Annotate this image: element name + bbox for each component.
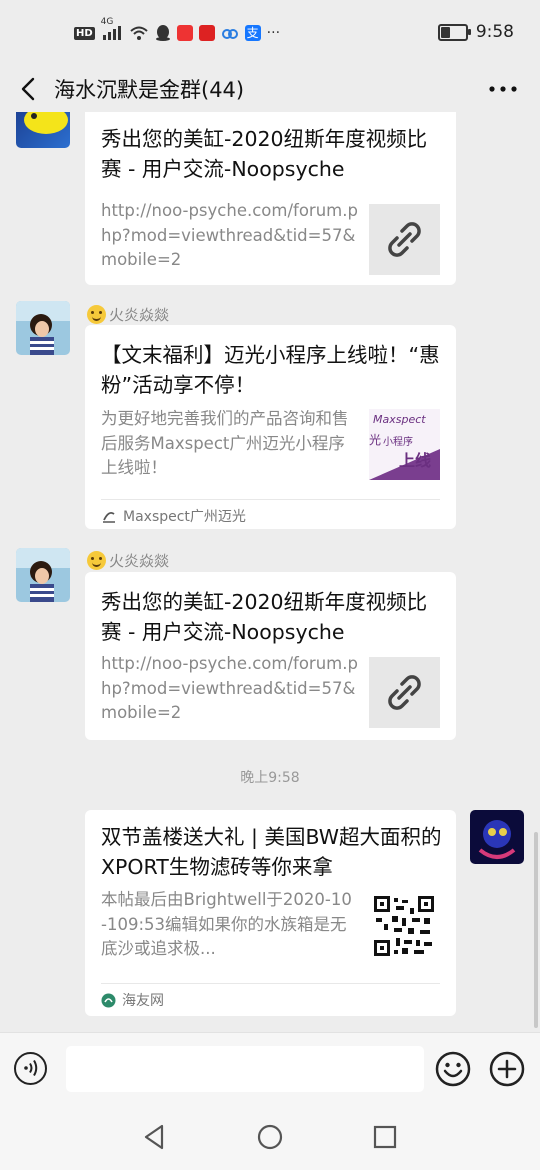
card-thumbnail: Maxspect 光 小程序 上线 xyxy=(369,409,440,480)
sender-avatar[interactable] xyxy=(16,548,70,602)
qq-icon xyxy=(155,25,170,41)
link-card-url: http://noo-psyche.com/forum.php?mod=view… xyxy=(101,201,358,269)
mini-program-card[interactable]: 双节盖楼送大礼 | 美国BW超大面积的XPORT生物滤砖等你来拿 本帖最后由Br… xyxy=(85,810,456,1016)
link-card-title: 秀出您的美缸-2020纽斯年度视频比赛 - 用户交流-Noopsyche xyxy=(101,590,428,644)
chat-title: 海水沉默是金群(44) xyxy=(54,78,245,102)
thumb-mini: 小程序 xyxy=(383,437,413,448)
card-title: 双节盖楼送大礼 | 美国BW超大面积的XPORT生物滤砖等你来拿 xyxy=(101,825,442,879)
link-thumbnail xyxy=(369,204,440,275)
card-source-text: 海友网 xyxy=(122,993,164,1009)
smiley-icon xyxy=(435,1051,471,1087)
battery-icon xyxy=(437,23,471,41)
link-icon xyxy=(388,222,421,257)
thumb-brand: Maxspect xyxy=(373,413,426,426)
emoji-button[interactable] xyxy=(435,1051,471,1087)
baidu-netdisk-icon xyxy=(221,29,238,39)
sender-avatar[interactable] xyxy=(16,301,70,355)
thumb-online: 上线 xyxy=(399,451,432,470)
link-card[interactable]: 秀出您的美缸-2020纽斯年度视频比赛 - 用户交流-Noopsyche htt… xyxy=(85,112,456,285)
card-source-text: Maxspect广州迈光 xyxy=(123,509,246,525)
red-app-icon xyxy=(176,25,193,41)
card-divider xyxy=(101,983,440,984)
back-button[interactable] xyxy=(14,74,44,104)
system-navigation-bar xyxy=(0,1104,540,1170)
message-timestamp: 晚上9:58 xyxy=(240,770,300,786)
chat-message-list[interactable]: 秀出您的美缸-2020纽斯年度视频比赛 - 用户交流-Noopsyche htt… xyxy=(0,112,540,1032)
card-thumbnail xyxy=(372,894,436,958)
card-source: 海友网 xyxy=(101,990,164,1010)
status-icons-right: 9:58 xyxy=(437,22,514,42)
card-title: 【文末福利】迈光小程序上线啦！“惠粉”活动享不停！ xyxy=(101,343,440,397)
grinning-face-icon xyxy=(87,551,106,570)
chat-input-bar xyxy=(0,1032,540,1105)
sender-name-text: 火炎焱燚 xyxy=(109,306,170,324)
wifi-icon xyxy=(130,26,148,40)
sender-avatar[interactable] xyxy=(16,112,70,148)
sender-name: 火炎焱燚 xyxy=(87,550,169,571)
link-card-title: 秀出您的美缸-2020纽斯年度视频比赛 - 用户交流-Noopsyche xyxy=(101,127,428,181)
circle-home-icon xyxy=(257,1124,283,1150)
nav-back-button[interactable] xyxy=(140,1122,170,1152)
more-functions-button[interactable] xyxy=(489,1051,525,1087)
grinning-face-icon xyxy=(87,305,106,324)
hd-badge: HD xyxy=(74,26,95,40)
card-divider xyxy=(101,499,440,500)
sender-name-text: 火炎焱燚 xyxy=(109,552,170,570)
more-options-button[interactable] xyxy=(486,74,520,104)
nav-recents-button[interactable] xyxy=(370,1122,400,1152)
link-thumbnail xyxy=(369,657,440,728)
status-icons-left: HD 4G 支 ··· xyxy=(74,17,281,42)
qr-code-icon xyxy=(374,896,434,956)
alipay-icon: 支 xyxy=(244,25,261,41)
card-description: 为更好地完善我们的产品咨询和售后服务Maxspect广州迈光小程序上线啦！ xyxy=(101,409,349,477)
card-source: Maxspect广州迈光 xyxy=(101,506,246,526)
link-card[interactable]: 秀出您的美缸-2020纽斯年度视频比赛 - 用户交流-Noopsyche htt… xyxy=(85,572,456,740)
link-card-url: http://noo-psyche.com/forum.php?mod=view… xyxy=(101,654,358,722)
weibo-icon xyxy=(198,25,215,41)
haiyou-logo-icon xyxy=(101,993,116,1007)
cellular-signal-icon: 4G xyxy=(101,17,123,41)
more-horizontal-icon xyxy=(489,86,517,92)
message-input[interactable] xyxy=(66,1046,424,1092)
voice-input-button[interactable] xyxy=(14,1052,47,1085)
nav-home-button[interactable] xyxy=(255,1122,285,1152)
mini-program-icon xyxy=(103,511,115,523)
square-recents-icon xyxy=(373,1125,397,1149)
chat-scrollbar[interactable] xyxy=(534,832,538,1028)
status-bar: HD 4G 支 ··· 9:58 xyxy=(0,0,540,66)
status-time: 9:58 xyxy=(475,22,514,42)
chevron-left-icon xyxy=(21,77,35,101)
link-icon xyxy=(388,675,421,710)
voice-icon xyxy=(24,1059,38,1077)
my-avatar[interactable] xyxy=(470,810,524,864)
sender-name: 火炎焱燚 xyxy=(87,304,169,325)
network-type-label: 4G xyxy=(100,17,114,27)
mini-program-card[interactable]: 【文末福利】迈光小程序上线啦！“惠粉”活动享不停！ 为更好地完善我们的产品咨询和… xyxy=(85,325,456,529)
plus-circle-icon xyxy=(489,1051,525,1087)
card-description: 本帖最后由Brightwell于2020-10-109:53编辑如果你的水族箱是… xyxy=(101,890,352,958)
chat-header: 海水沉默是金群(44) xyxy=(0,66,540,112)
triangle-back-icon xyxy=(144,1124,164,1150)
more-notifications-icon: ··· xyxy=(266,25,281,41)
thumb-char: 光 xyxy=(369,433,382,447)
